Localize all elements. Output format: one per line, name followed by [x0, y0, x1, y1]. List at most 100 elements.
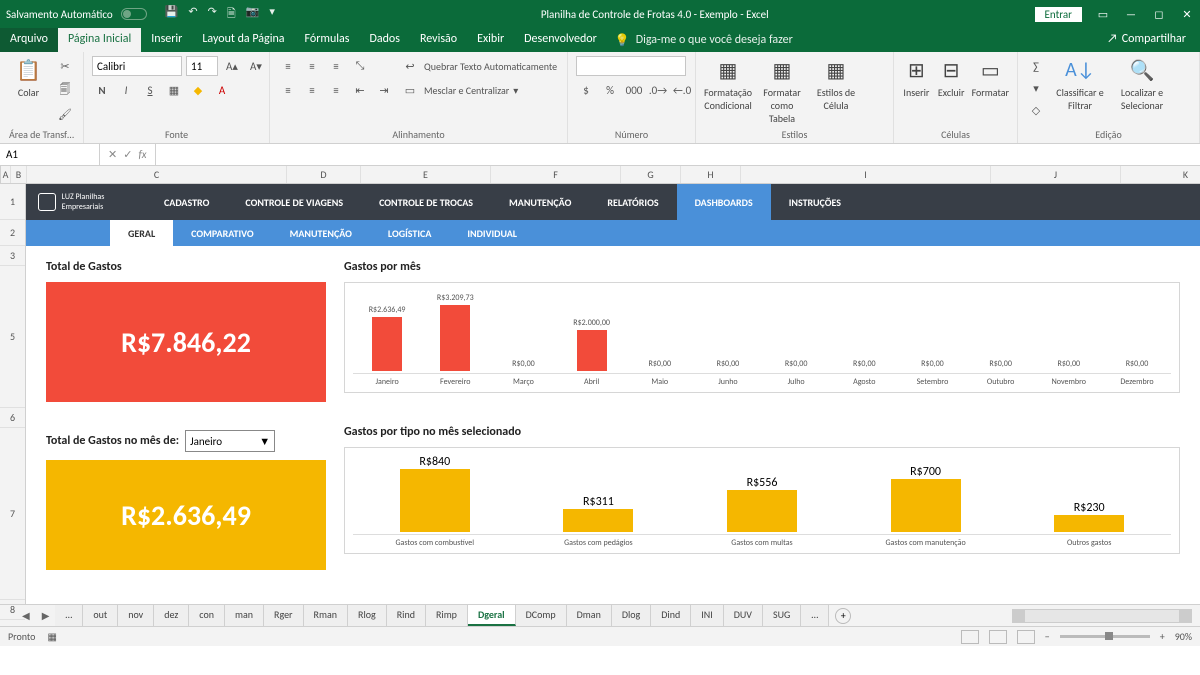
view-normal-icon[interactable]: [961, 630, 979, 644]
sheet-tab[interactable]: Rind: [387, 605, 426, 626]
format-table-button[interactable]: ▦Formatar como Tabela: [758, 56, 806, 125]
tab-file[interactable]: Arquivo: [0, 28, 58, 52]
col-header[interactable]: D: [287, 166, 361, 183]
indent-inc-icon[interactable]: ⇥: [374, 80, 394, 100]
sheet-tab[interactable]: DComp: [516, 605, 567, 626]
align-left-icon[interactable]: ≡: [278, 80, 298, 100]
col-header[interactable]: K: [1121, 166, 1200, 183]
sheet-tab[interactable]: dez: [154, 605, 189, 626]
tab-data[interactable]: Dados: [359, 28, 409, 52]
col-header[interactable]: B: [11, 166, 27, 183]
row-header[interactable]: 5: [0, 266, 25, 408]
view-layout-icon[interactable]: [989, 630, 1007, 644]
sheet-tab[interactable]: …: [801, 605, 829, 626]
fill-color-button[interactable]: ◆: [188, 80, 208, 100]
tab-nav-prev[interactable]: ◀: [16, 609, 36, 622]
sheet-tab[interactable]: man: [225, 605, 264, 626]
qat-dropdown-icon[interactable]: ▾: [269, 5, 275, 24]
dec-decimal-icon[interactable]: ←.0: [672, 80, 692, 100]
ribbon-options-icon[interactable]: ▭: [1096, 8, 1110, 21]
autosave-toggle[interactable]: [121, 8, 147, 20]
h-scrollbar[interactable]: [1012, 609, 1192, 623]
sheet-tab[interactable]: Rimp: [426, 605, 468, 626]
orientation-icon[interactable]: ⤡: [350, 56, 370, 76]
currency-icon[interactable]: $: [576, 80, 596, 100]
sheet-tab[interactable]: out: [83, 605, 118, 626]
nav-item[interactable]: MANUTENÇÃO: [491, 184, 589, 220]
sheet-tab[interactable]: DUV: [724, 605, 763, 626]
tab-view[interactable]: Exibir: [467, 28, 514, 52]
sheet-tab[interactable]: Rman: [304, 605, 348, 626]
view-break-icon[interactable]: [1017, 630, 1035, 644]
comma-icon[interactable]: 000: [624, 80, 644, 100]
format-cells-button[interactable]: ▭Formatar: [972, 56, 1009, 99]
tab-formulas[interactable]: Fórmulas: [295, 28, 360, 52]
maximize-icon[interactable]: ◻: [1152, 8, 1166, 21]
percent-icon[interactable]: %: [600, 80, 620, 100]
sheet-tab[interactable]: Dman: [567, 605, 612, 626]
sheet-tab[interactable]: con: [189, 605, 225, 626]
worksheet[interactable]: LUZ Planilhas Empresariais CADASTROCONTR…: [26, 184, 1200, 604]
qat-icon[interactable]: 🗎: [227, 5, 236, 24]
nav-item[interactable]: INSTRUÇÕES: [771, 184, 859, 220]
cancel-fx-icon[interactable]: ✕: [108, 148, 117, 161]
insert-cells-button[interactable]: ⊞Inserir: [902, 56, 931, 99]
zoom-in-icon[interactable]: +: [1160, 630, 1165, 643]
sheet-tab[interactable]: Rger: [264, 605, 304, 626]
tab-nav-next[interactable]: ▶: [36, 609, 56, 622]
tab-layout[interactable]: Layout da Página: [192, 28, 294, 52]
minimize-icon[interactable]: —: [1124, 8, 1138, 21]
col-header[interactable]: A: [1, 166, 11, 183]
month-select[interactable]: Janeiro ▼: [185, 430, 275, 452]
clear-icon[interactable]: ◇: [1026, 100, 1046, 120]
sheet-tab[interactable]: Dlog: [612, 605, 651, 626]
align-center-icon[interactable]: ≡: [302, 80, 322, 100]
sheet-tab[interactable]: Rlog: [348, 605, 387, 626]
merge-icon[interactable]: ▭: [400, 80, 420, 100]
nav-item[interactable]: CONTROLE DE VIAGENS: [227, 184, 361, 220]
find-select-button[interactable]: 🔍Localizar e Selecionar: [1114, 56, 1170, 112]
macro-icon[interactable]: ▦: [47, 630, 56, 643]
tell-me[interactable]: 💡 Diga-me o que você deseja fazer: [615, 28, 793, 52]
tab-review[interactable]: Revisão: [410, 28, 467, 52]
sheet-tab[interactable]: Dgeral: [468, 605, 516, 626]
col-header[interactable]: G: [621, 166, 681, 183]
subnav-tab[interactable]: MANUTENÇÃO: [272, 220, 370, 246]
row-header[interactable]: 2: [0, 220, 25, 246]
bold-button[interactable]: N: [92, 80, 112, 100]
fill-icon[interactable]: ▾: [1026, 78, 1046, 98]
nav-item[interactable]: CADASTRO: [146, 184, 227, 220]
tab-developer[interactable]: Desenvolvedor: [514, 28, 607, 52]
subnav-tab[interactable]: GERAL: [110, 220, 173, 246]
new-sheet-button[interactable]: +: [835, 608, 851, 624]
grow-font-icon[interactable]: A▴: [222, 56, 242, 76]
undo-icon[interactable]: ↶: [188, 5, 197, 24]
tab-insert[interactable]: Inserir: [141, 28, 192, 52]
col-header[interactable]: E: [361, 166, 491, 183]
nav-item[interactable]: RELATÓRIOS: [589, 184, 676, 220]
align-top-icon[interactable]: ≡: [278, 56, 298, 76]
col-header[interactable]: I: [741, 166, 991, 183]
number-format-select[interactable]: [576, 56, 686, 76]
nav-item[interactable]: DASHBOARDS: [677, 184, 771, 220]
zoom-slider[interactable]: [1060, 635, 1150, 638]
font-size-select[interactable]: [186, 56, 218, 76]
row-header[interactable]: 7: [0, 428, 25, 600]
nav-item[interactable]: CONTROLE DE TROCAS: [361, 184, 491, 220]
align-middle-icon[interactable]: ≡: [302, 56, 322, 76]
enter-fx-icon[interactable]: ✓: [123, 148, 132, 161]
name-box[interactable]: A1: [0, 144, 100, 165]
underline-button[interactable]: S: [140, 80, 160, 100]
signin-button[interactable]: Entrar: [1035, 7, 1082, 22]
save-icon[interactable]: 💾: [165, 5, 179, 24]
subnav-tab[interactable]: INDIVIDUAL: [449, 220, 535, 246]
subnav-tab[interactable]: COMPARATIVO: [173, 220, 271, 246]
sheet-tab[interactable]: Dind: [651, 605, 691, 626]
sort-filter-button[interactable]: A↓Classificar e Filtrar: [1052, 56, 1108, 112]
indent-dec-icon[interactable]: ⇤: [350, 80, 370, 100]
zoom-out-icon[interactable]: −: [1045, 630, 1050, 643]
align-bottom-icon[interactable]: ≡: [326, 56, 346, 76]
paste-button[interactable]: 📋 Colar: [8, 56, 49, 99]
redo-icon[interactable]: ↷: [208, 5, 217, 24]
close-icon[interactable]: ✕: [1180, 8, 1194, 21]
